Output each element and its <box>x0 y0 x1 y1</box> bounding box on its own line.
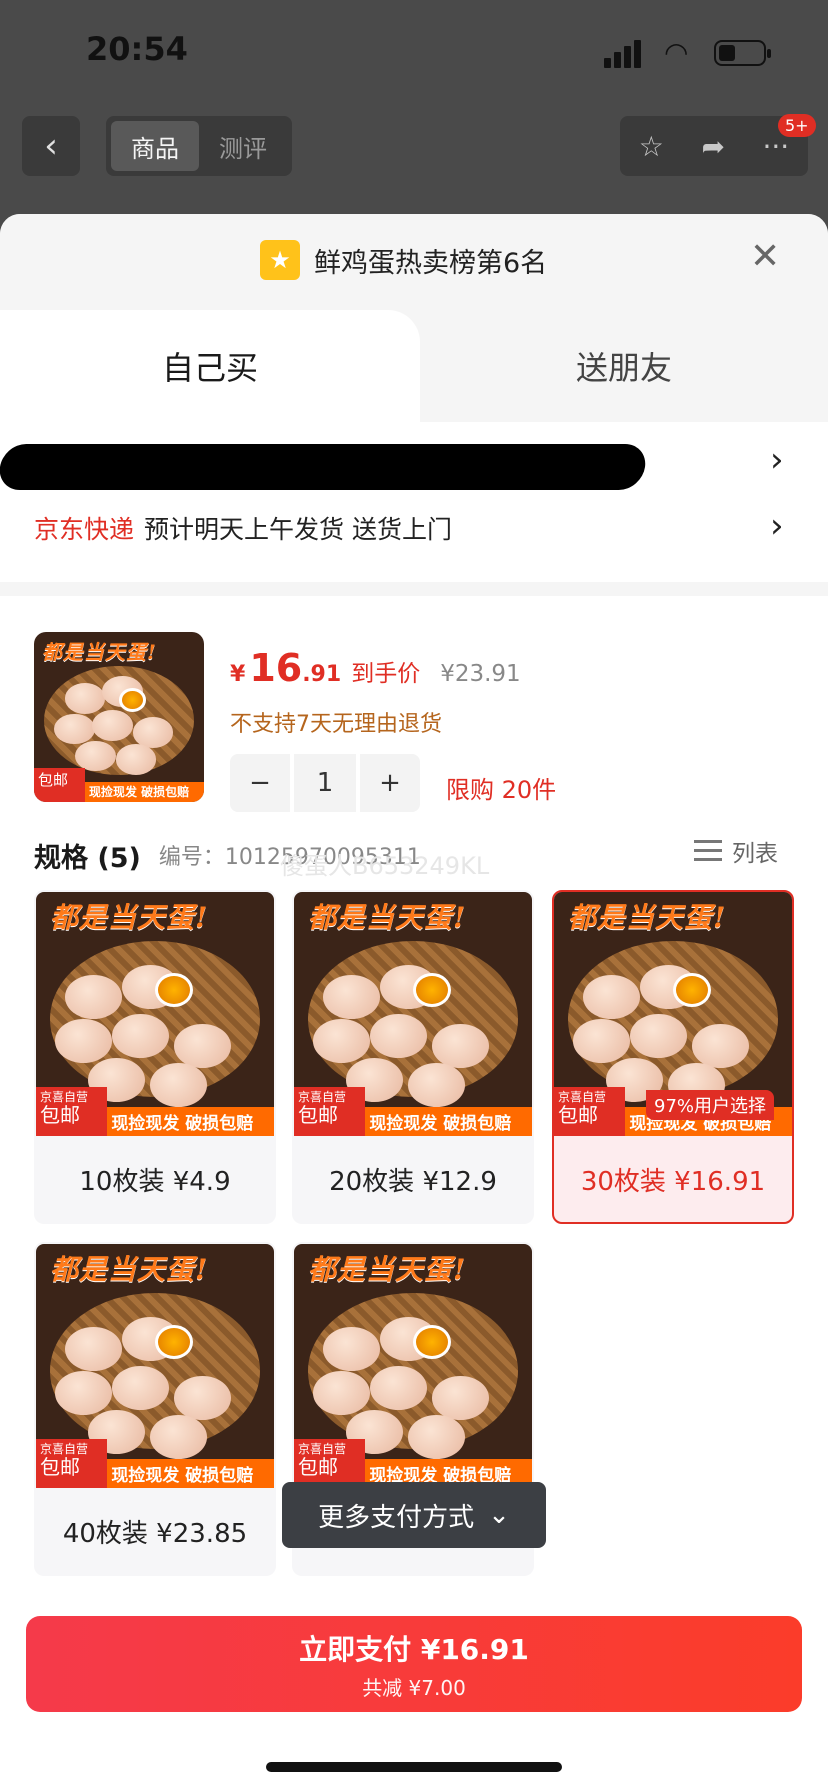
delivery-brand: 京东快递 <box>34 515 135 544</box>
image-strip: 现捡现发 破损包赔 <box>85 781 204 802</box>
redacted-address <box>0 444 649 490</box>
rank-banner[interactable]: ★ 鲜鸡蛋热卖榜第6名 <box>260 240 547 280</box>
free-shipping-tag: 包邮 <box>34 768 85 802</box>
pay-amount: 立即支付 ¥16.91 <box>299 1633 529 1666</box>
rank-star-icon: ★ <box>260 240 300 280</box>
rank-text: 鲜鸡蛋热卖榜第6名 <box>314 247 548 279</box>
home-indicator <box>266 1762 562 1772</box>
share-icon[interactable]: ➦ <box>701 130 724 163</box>
watermark: 傻蛋人B653249KL <box>280 852 490 880</box>
buy-tabs: 自己买 送朋友 <box>0 310 828 422</box>
star-icon[interactable]: ☆ <box>639 130 664 163</box>
quantity-stepper: − 1 + <box>230 754 420 812</box>
price-tag: 到手价 <box>351 661 421 687</box>
sku-option[interactable]: 都是当天蛋! 京喜自营 包邮 现捡现发 破损包赔 40枚装 ¥23.85 <box>34 1242 276 1576</box>
delivery-text: 预计明天上午发货 送货上门 <box>144 515 452 544</box>
message-badge: 5+ <box>778 114 816 137</box>
price-currency: ¥ <box>230 662 246 687</box>
divider <box>0 582 828 596</box>
top-nav: ‹ 商品 测评 ☆ ➦ ··· <box>0 116 828 178</box>
sku-option-selected[interactable]: 都是当天蛋! 京喜自营 包邮 现捡现发 破损包赔 30枚装 ¥16.91 <box>552 890 794 1224</box>
quantity-value[interactable]: 1 <box>294 754 356 812</box>
nav-segment: 商品 测评 <box>106 116 292 176</box>
tab-send-friend[interactable]: 送朋友 <box>420 310 828 422</box>
image-title: 都是当天蛋! <box>42 640 157 664</box>
list-icon <box>694 838 722 864</box>
list-label: 列表 <box>732 841 778 867</box>
chevron-left-icon: ‹ <box>44 126 58 166</box>
sku-label: 10枚装 ¥4.9 <box>79 1166 231 1197</box>
signal-icon <box>604 40 648 68</box>
product-thumbnail[interactable]: 都是当天蛋! 包邮 现捡现发 破损包赔 <box>34 632 204 802</box>
popular-choice-badge: 97%用户选择 <box>646 1090 775 1120</box>
plus-button[interactable]: + <box>360 754 420 812</box>
sku-option[interactable]: 都是当天蛋! 京喜自营 包邮 现捡现发 破损包赔 20枚装 ¥12.9 <box>292 890 534 1224</box>
spec-title: 规格 (5) <box>34 842 141 874</box>
pay-now-button[interactable]: 立即支付 ¥16.91 共减 ¥7.00 <box>26 1616 802 1712</box>
close-icon[interactable]: ✕ <box>750 236 780 277</box>
battery-icon <box>714 40 771 66</box>
purchase-limit: 限购 20件 <box>446 776 557 804</box>
list-view-toggle[interactable]: 列表 <box>694 834 778 868</box>
sku-label: 30枚装 ¥16.91 <box>580 1166 766 1197</box>
tab-buy-self[interactable]: 自己买 <box>0 310 420 422</box>
sheet-header: ★ 鲜鸡蛋热卖榜第6名 ✕ <box>0 214 828 310</box>
original-price: ¥23.91 <box>440 661 521 687</box>
back-button[interactable]: ‹ <box>22 116 80 176</box>
pay-discount: 共减 ¥7.00 <box>362 1676 466 1700</box>
wifi-icon: ◠ <box>664 36 689 69</box>
sku-option[interactable]: 都是当天蛋! 京喜自营 包邮 现捡现发 破损包赔 10枚装 ¥4.9 <box>34 890 276 1224</box>
sku-label: 40枚装 ¥23.85 <box>62 1518 248 1549</box>
chevron-right-icon[interactable]: › <box>770 506 784 546</box>
status-time: 20:54 <box>86 30 188 68</box>
chevron-right-icon[interactable]: › <box>770 440 784 480</box>
no-return-note: 不支持7天无理由退货 <box>230 712 442 737</box>
sku-label: 20枚装 ¥12.9 <box>329 1166 497 1197</box>
delivery-info[interactable]: 京东快递 预计明天上午发货 送货上门 <box>34 510 452 546</box>
status-bar: 20:54 ◠ <box>0 0 828 100</box>
more-pay-label: 更多支付方式 <box>318 1502 475 1533</box>
more-payment-button[interactable]: 更多支付方式 ⌄ <box>282 1482 546 1548</box>
price-decimal: .91 <box>302 662 342 687</box>
purchase-sheet: ★ 鲜鸡蛋热卖榜第6名 ✕ 自己买 送朋友 › 京东快递 预计明天上午发货 送货… <box>0 214 828 1792</box>
minus-button[interactable]: − <box>230 754 290 812</box>
tab-goods[interactable]: 商品 <box>111 121 199 171</box>
price-int: 16 <box>249 646 303 690</box>
chevron-down-icon: ⌄ <box>488 1500 510 1530</box>
price-row: ¥ 16 .91 到手价 ¥23.91 <box>230 646 521 690</box>
tab-review[interactable]: 测评 <box>199 121 287 171</box>
